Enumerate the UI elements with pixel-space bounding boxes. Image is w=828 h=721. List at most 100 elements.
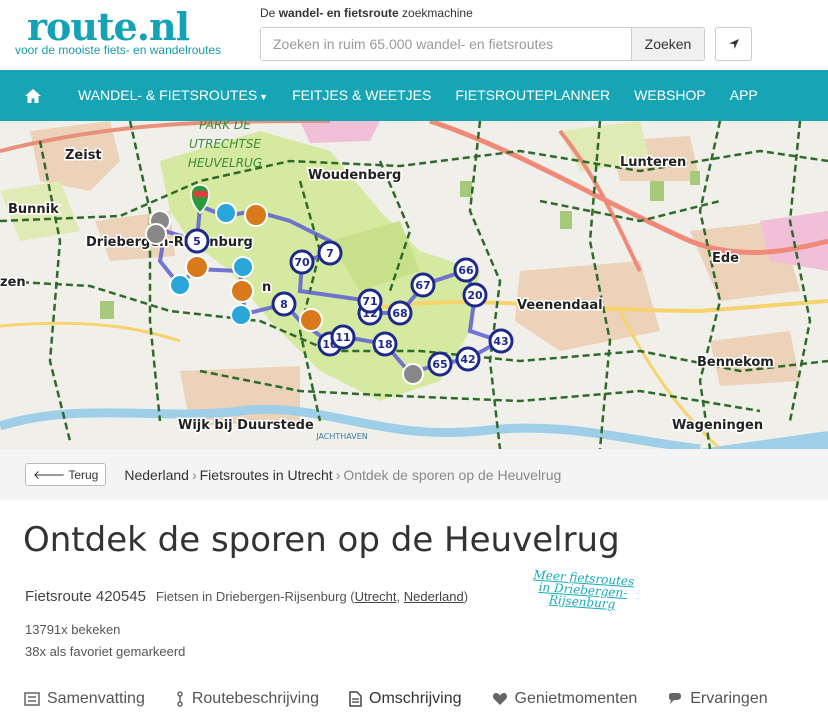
park-label-2: UTRECHTSE (189, 137, 261, 151)
route-node-18[interactable]: 18 (372, 331, 398, 357)
link-utrecht[interactable]: Utrecht (355, 589, 397, 604)
search-button[interactable]: Zoeken (631, 28, 704, 60)
svg-text:66: 66 (458, 264, 474, 277)
poi-marker-info[interactable] (215, 202, 237, 224)
route-tabs: Samenvatting Routebeschrijving Omschrijv… (24, 690, 798, 708)
location-arrow-icon (728, 39, 739, 49)
nav-routes[interactable]: WANDEL- & FIETSROUTES ▼ (66, 70, 280, 121)
place-veenendaal: Veenendaal (517, 298, 603, 313)
place-wageningen: Wageningen (672, 418, 763, 433)
svg-text:11: 11 (335, 331, 350, 344)
place-partial-center: n (262, 280, 271, 295)
route-node-43[interactable]: 43 (488, 328, 514, 354)
route-location: Fietsen in Driebergen-Rijsenburg (Utrech… (155, 589, 469, 604)
tab-samenvatting[interactable]: Samenvatting (24, 690, 145, 708)
place-zeist: Zeist (65, 148, 102, 163)
search-caption: De wandel- en fietsroute zoekmachine (260, 6, 473, 20)
route-id: Fietsroute 420545 (25, 588, 146, 605)
route-node-42[interactable]: 42 (455, 346, 481, 372)
tab-omschrijving[interactable]: Omschrijving (349, 690, 462, 708)
svg-text:65: 65 (432, 358, 447, 371)
locate-button[interactable] (715, 27, 752, 61)
route-node-71[interactable]: 71 (357, 288, 383, 314)
tab-ervaringen[interactable]: Ervaringen (667, 690, 768, 708)
place-bunnik: Bunnik (8, 202, 59, 217)
poi-marker-info[interactable] (232, 256, 254, 278)
site-tagline: voor de mooiste fiets- en wandelroutes (15, 43, 222, 57)
route-node-70[interactable]: 70 (289, 249, 315, 275)
route-node-68[interactable]: 68 (387, 300, 413, 326)
svg-text:8: 8 (280, 298, 288, 311)
nav-webshop[interactable]: WEBSHOP (622, 70, 718, 121)
poi-marker-flag[interactable] (402, 363, 424, 385)
park-label-1: PARK DE (199, 121, 251, 132)
breadcrumb-current: Ontdek de sporen op de Heuvelrug (343, 466, 562, 483)
place-ede: Ede (712, 251, 739, 266)
route-node-5[interactable]: 5 (184, 228, 210, 254)
svg-text:20: 20 (467, 289, 483, 302)
poi-marker-food[interactable] (299, 308, 323, 332)
breadcrumb-separator: › (335, 466, 341, 483)
route-meta: Fietsroute 420545 Fietsen in Driebergen-… (25, 588, 468, 605)
poi-marker-food[interactable] (244, 203, 268, 227)
poi-marker-food[interactable] (185, 255, 209, 279)
svg-text:67: 67 (415, 279, 430, 292)
home-icon (25, 88, 41, 103)
main-nav: WANDEL- & FIETSROUTES ▼ FEITJES & WEETJES… (0, 70, 828, 121)
place-lunteren: Lunteren (620, 155, 686, 170)
poi-marker-info[interactable] (169, 274, 191, 296)
route-node-66[interactable]: 66 (453, 257, 479, 283)
heart-icon (492, 693, 507, 705)
place-woudenberg: Woudenberg (308, 168, 401, 183)
poi-marker-food[interactable] (230, 279, 254, 303)
comment-icon (669, 693, 682, 704)
svg-text:70: 70 (294, 256, 310, 269)
place-partial-left: zen (0, 275, 26, 290)
link-nederland[interactable]: Nederland (404, 589, 464, 604)
nav-app[interactable]: APP (718, 70, 770, 121)
poi-marker-flag[interactable] (145, 223, 167, 245)
svg-text:18: 18 (377, 338, 392, 351)
poi-marker-info[interactable] (230, 304, 252, 326)
breadcrumb-separator: › (191, 466, 197, 483)
svg-text:7: 7 (326, 247, 334, 260)
nav-facts[interactable]: FEITJES & WEETJES (280, 70, 443, 121)
breadcrumb-item-utrecht[interactable]: Fietsroutes in Utrecht (200, 467, 333, 483)
route-node-7[interactable]: 7 (317, 240, 343, 266)
route-node-11[interactable]: 11 (330, 324, 356, 350)
svg-text:71: 71 (362, 295, 377, 308)
caret-down-icon: ▼ (259, 92, 269, 102)
arrow-left-icon: 🡐 (33, 468, 66, 482)
route-node-8[interactable]: 8 (271, 291, 297, 317)
more-routes-link[interactable]: Meer fietsroutes in Driebergen- Rijsenbu… (527, 568, 639, 612)
nav-planner[interactable]: FIETSROUTEPLANNER (443, 70, 622, 121)
breadcrumb: 🡐 Terug Nederland › Fietsroutes in Utrec… (0, 449, 828, 500)
route-node-67[interactable]: 67 (410, 272, 436, 298)
tab-genietmomenten[interactable]: Genietmomenten (492, 690, 637, 708)
svg-text:43: 43 (493, 335, 508, 348)
tab-routebeschrijving[interactable]: Routebeschrijving (175, 690, 319, 708)
view-count: 13791x bekeken (25, 622, 121, 637)
route-node-65[interactable]: 65 (427, 351, 453, 377)
search-input[interactable] (261, 28, 631, 60)
summary-icon (24, 692, 40, 706)
water-label: JACHTHAVEN (315, 432, 368, 441)
breadcrumb-item-nederland[interactable]: Nederland (124, 467, 189, 483)
park-label-3: HEUVELRUG (188, 156, 262, 170)
favorite-count: 38x als favoriet gemarkeerd (25, 644, 186, 659)
route-icon (177, 691, 183, 707)
place-bennekom: Bennekom (697, 355, 774, 370)
document-icon (349, 691, 362, 707)
map-canvas[interactable]: Zeist Woudenberg Lunteren Bunnik Drieber… (0, 121, 828, 449)
route-map[interactable]: Zeist Woudenberg Lunteren Bunnik Drieber… (0, 121, 828, 449)
place-wijk-bij-duurstede: Wijk bij Duurstede (178, 418, 314, 433)
place-driebergen: Driebergen-Rijsenburg (86, 235, 253, 250)
nav-home[interactable] (0, 70, 66, 121)
search-box: Zoeken (260, 27, 705, 61)
site-header: route.nl voor de mooiste fiets- en wande… (0, 0, 828, 70)
back-button[interactable]: 🡐 Terug (25, 463, 107, 486)
svg-text:42: 42 (460, 353, 475, 366)
page-title: Ontdek de sporen op de Heuvelrug (23, 520, 620, 560)
svg-text:68: 68 (392, 307, 407, 320)
route-node-20[interactable]: 20 (462, 282, 488, 308)
